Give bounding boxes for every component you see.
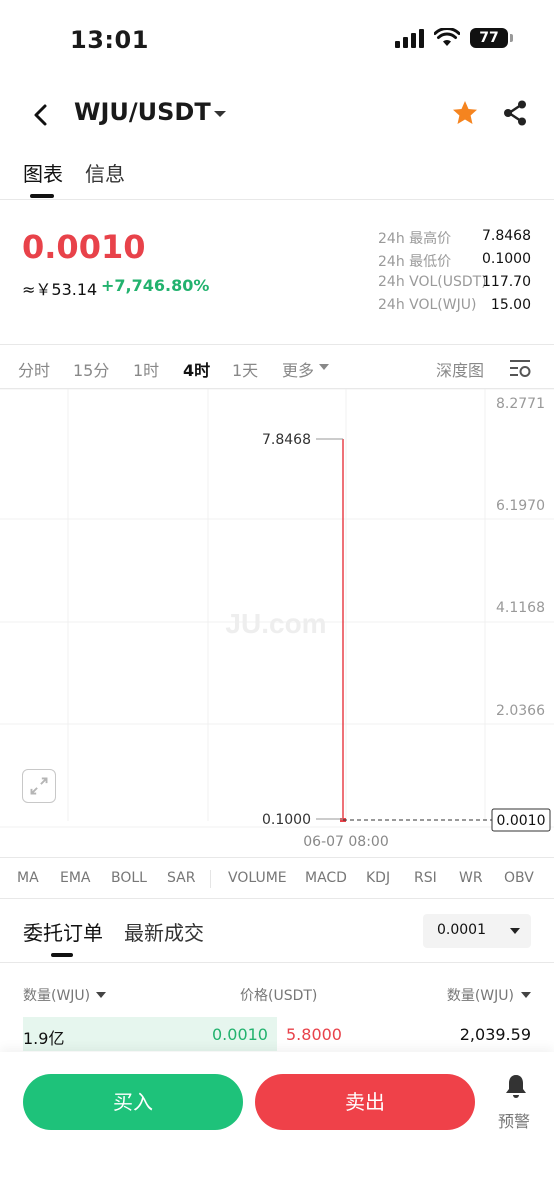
stat-label: 24h VOL(USDT) (378, 274, 487, 290)
timeframe-line[interactable]: 分时 (18, 357, 50, 381)
expand-icon[interactable] (22, 769, 56, 803)
stat-row: 24h 最高价 7.8468 (271, 228, 531, 251)
cellular-signal-icon (395, 28, 424, 48)
y-axis-tick-label: 6.1970 (496, 498, 545, 514)
caret-down-icon[interactable] (210, 104, 230, 124)
indicator-rsi[interactable]: RSI (414, 870, 437, 886)
wifi-icon (434, 28, 460, 46)
price-header: 价格(USDT) (240, 988, 318, 1004)
caret-down-icon (510, 928, 520, 934)
low-marker-label: 0.1000 (262, 812, 311, 828)
stat-row: 24h VOL(USDT) 117.70 (271, 274, 531, 297)
caret-down-icon[interactable] (521, 991, 531, 999)
orderbook-row[interactable]: 1.9亿 0.0010 5.8000 2,039.59 (0, 1017, 554, 1051)
tab-latest-trades[interactable]: 最新成交 (124, 917, 204, 946)
indicator-sar[interactable]: SAR (167, 870, 195, 886)
ask-price[interactable]: 5.8000 (286, 1025, 342, 1044)
orderbook-tabs: 委托订单 最新成交 0.0001 (0, 905, 554, 963)
indicator-wr[interactable]: WR (459, 870, 483, 886)
bid-quantity: 1.9亿 (23, 1029, 65, 1048)
chart-settings-icon[interactable] (508, 357, 532, 379)
stat-row: 24h 最低价 0.1000 (271, 251, 531, 274)
status-icons: 77 (395, 28, 513, 48)
tab-chart[interactable]: 图表 (23, 158, 63, 187)
high-marker-label: 7.8468 (262, 432, 311, 448)
change-percent: +7,746.80% (101, 276, 210, 295)
y-axis-tick-label: 4.1168 (496, 600, 545, 616)
pair-title[interactable]: WJU/USDT (74, 98, 211, 126)
y-axis-tick-label: 8.2771 (496, 396, 545, 412)
indicator-bar: MA EMA BOLL SAR VOLUME MACD KDJ RSI WR O… (0, 857, 554, 899)
indicator-obv[interactable]: OBV (504, 870, 534, 886)
chart-watermark: JU.com (225, 608, 326, 639)
top-tabs: 图表 信息 (0, 150, 554, 200)
candlestick-chart[interactable]: JU.com 8.2771 6.1970 4.1168 2.0366 7.8468 0.10… (0, 389, 554, 855)
timeframe-more[interactable]: 更多 (282, 357, 314, 381)
caret-down-icon[interactable] (96, 991, 106, 999)
alert-label: 预警 (498, 1112, 531, 1131)
favorite-star-icon[interactable] (450, 98, 480, 128)
timeframe-4h[interactable]: 4时 (183, 357, 210, 381)
indicator-ma[interactable]: MA (17, 870, 39, 886)
stat-value: 0.1000 (482, 251, 531, 267)
indicator-kdj[interactable]: KDJ (366, 870, 390, 886)
header: WJU/USDT (0, 88, 554, 142)
last-price: 0.0010 (22, 228, 146, 266)
sell-button[interactable]: 卖出 (255, 1074, 475, 1130)
price-chart[interactable]: JU.com 8.2771 6.1970 4.1168 2.0366 7.8468 0.10… (0, 389, 554, 855)
bid-price[interactable]: 0.0010 (212, 1025, 268, 1044)
stat-value: 15.00 (490, 297, 531, 313)
timeframe-15m[interactable]: 15分 (73, 357, 109, 381)
caret-down-icon[interactable] (318, 362, 330, 372)
bid-qty-header[interactable]: 数量(WJU) (23, 985, 90, 1005)
battery-icon: 77 (470, 28, 513, 48)
indicator-boll[interactable]: BOLL (111, 870, 147, 886)
ticker-stats: 24h 最高价 7.8468 24h 最低价 0.1000 24h VOL(US… (271, 228, 531, 320)
indicator-ema[interactable]: EMA (60, 870, 91, 886)
timeframe-1h[interactable]: 1时 (133, 357, 159, 381)
ask-qty-header[interactable]: 数量(WJU) (447, 985, 514, 1005)
current-price-label: 0.0010 (497, 813, 546, 829)
stat-label: 24h 最高价 (378, 231, 452, 247)
stat-row: 24h VOL(WJU) 15.00 (271, 297, 531, 320)
depth-chart-button[interactable]: 深度图 (436, 357, 484, 381)
ask-quantity: 2,039.59 (459, 1025, 531, 1044)
orderbook-header: 数量(WJU) 价格(USDT) 数量(WJU) (0, 980, 554, 1006)
stat-value: 117.70 (482, 274, 531, 290)
y-axis-tick-label: 2.0366 (496, 703, 545, 719)
precision-value: 0.0001 (437, 922, 486, 938)
stat-value: 7.8468 (482, 228, 531, 244)
status-bar: 13:01 77 (0, 0, 554, 80)
share-icon[interactable] (500, 98, 530, 128)
precision-select[interactable]: 0.0001 (423, 914, 531, 948)
buy-button[interactable]: 买入 (23, 1074, 243, 1130)
back-icon[interactable] (26, 100, 56, 130)
divider (210, 870, 211, 888)
tab-order-book[interactable]: 委托订单 (23, 917, 103, 946)
x-axis-label: 06-07 08:00 (303, 834, 388, 850)
cny-price: ≈￥53.14 (22, 280, 98, 299)
stat-label: 24h VOL(WJU) (378, 297, 477, 313)
bell-icon (506, 1075, 526, 1098)
action-bar: 买入 卖出 预警 (0, 1052, 554, 1200)
tab-underline (30, 194, 54, 198)
status-time: 13:01 (70, 26, 149, 54)
stat-label: 24h 最低价 (378, 254, 452, 270)
timeframe-1d[interactable]: 1天 (232, 357, 258, 381)
indicator-volume[interactable]: VOLUME (228, 870, 287, 886)
price-alert-button[interactable]: 预警 (494, 1072, 538, 1136)
ticker-panel: 0.0010 ≈￥53.14 +7,746.80% 24h 最高价 7.8468… (0, 200, 554, 345)
tab-info[interactable]: 信息 (85, 158, 125, 187)
tab-underline (51, 953, 73, 957)
timeframe-bar: 分时 15分 1时 4时 1天 更多 深度图 (0, 345, 554, 389)
indicator-macd[interactable]: MACD (305, 870, 347, 886)
